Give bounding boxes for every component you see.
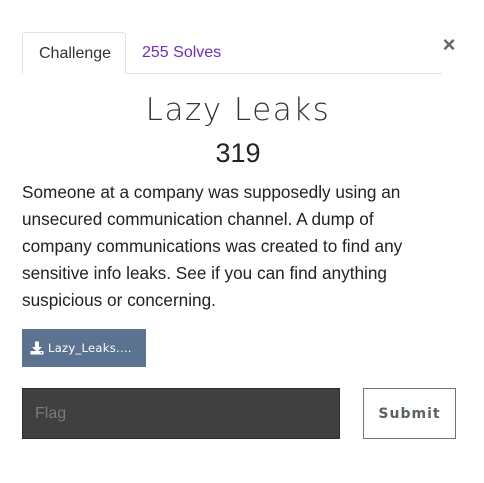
challenge-tabs: Challenge 255 Solves bbox=[22, 32, 442, 74]
challenge-description: Someone at a company was supposedly usin… bbox=[22, 182, 403, 310]
challenge-modal: Challenge 255 Solves × Lazy Leaks 319 So… bbox=[0, 0, 484, 483]
submit-button[interactable]: Submit bbox=[363, 388, 456, 439]
file-download-button[interactable]: Lazy_Leaks.p... bbox=[22, 329, 146, 367]
challenge-points: 319 bbox=[215, 138, 261, 168]
flag-input[interactable] bbox=[22, 388, 340, 439]
download-icon bbox=[30, 341, 44, 355]
file-name: Lazy_Leaks.p... bbox=[48, 341, 136, 355]
challenge-title: Lazy Leaks bbox=[145, 92, 331, 128]
close-icon[interactable]: × bbox=[439, 34, 459, 56]
tab-solves[interactable]: 255 Solves bbox=[126, 32, 237, 74]
tab-challenge[interactable]: Challenge bbox=[22, 32, 126, 74]
